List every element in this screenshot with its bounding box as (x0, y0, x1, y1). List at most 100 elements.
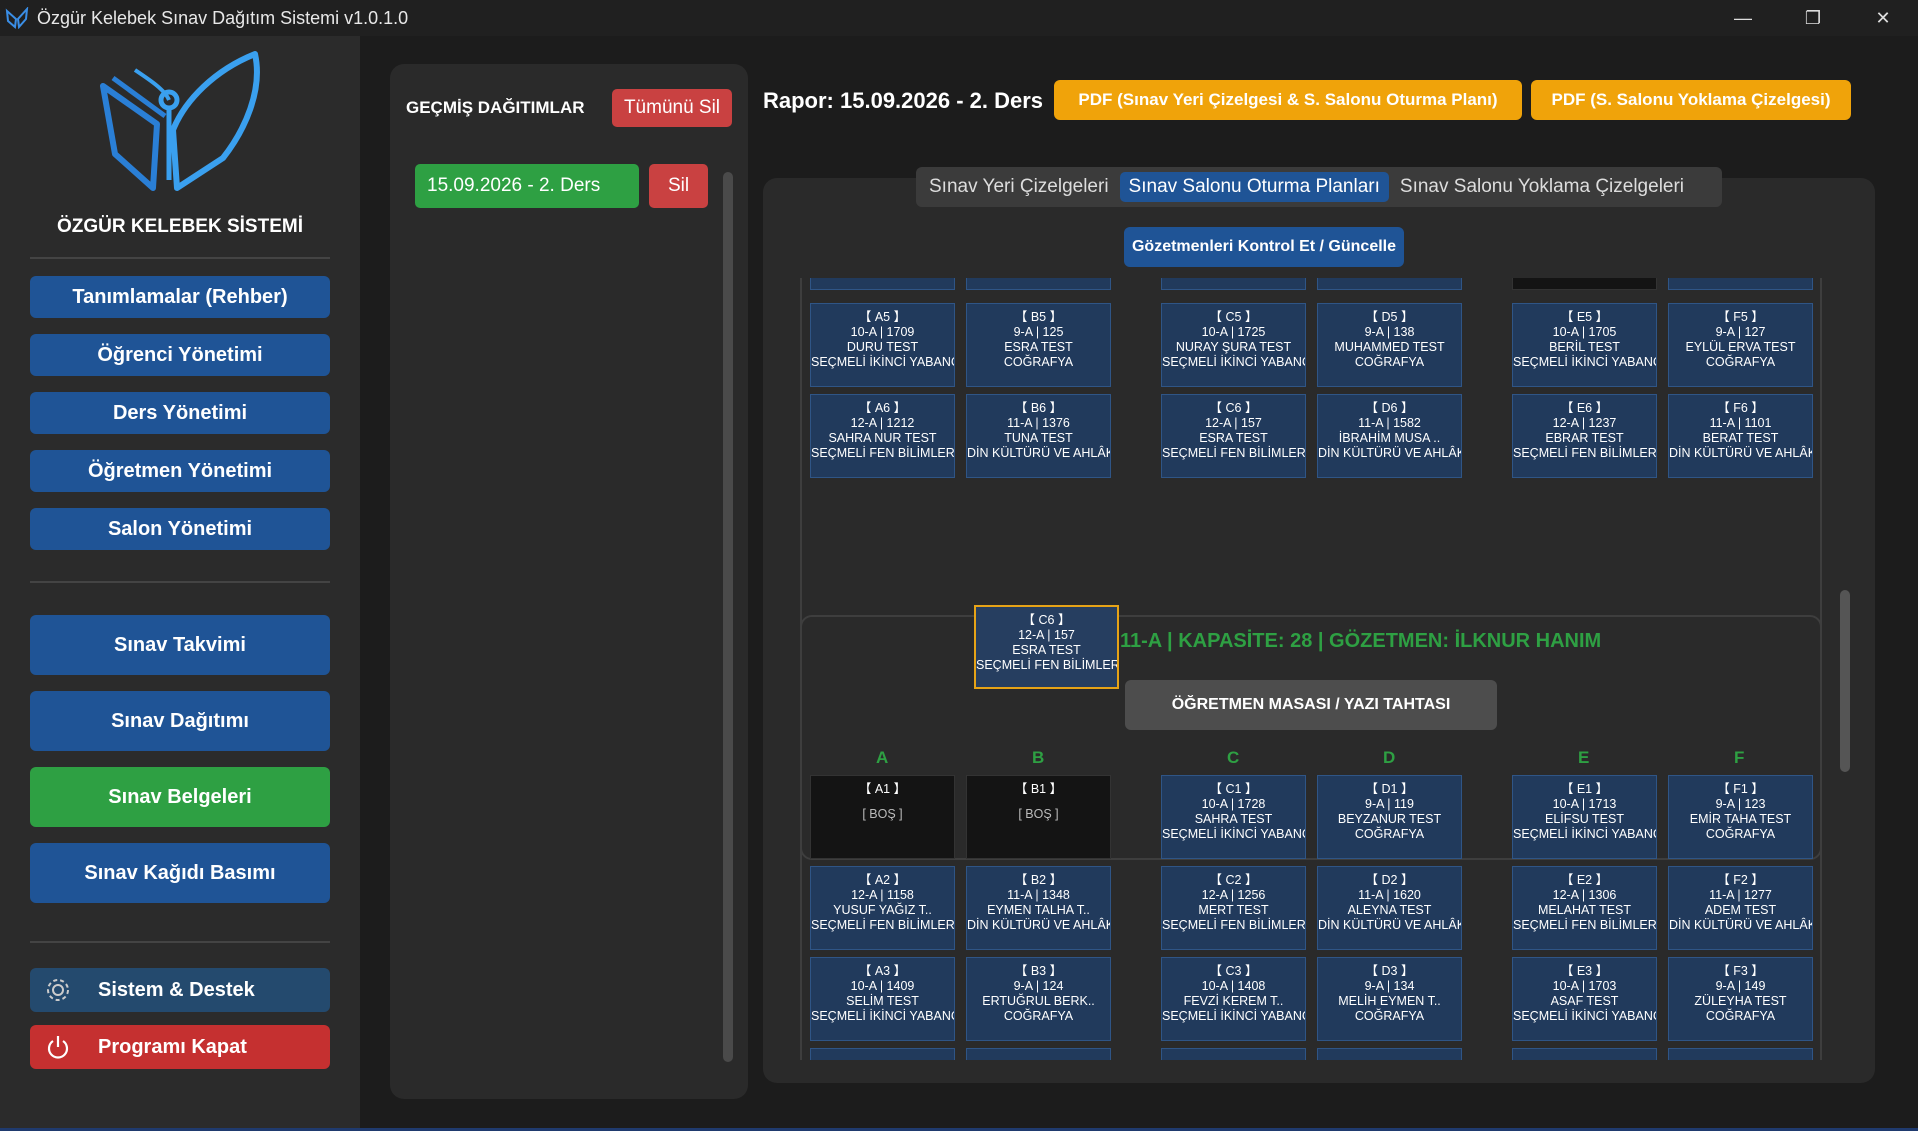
seat-card[interactable]: 【 E1 】 10-A | 1713 ELİFSU TEST SEÇMELİ İKİN… (1512, 775, 1657, 859)
seat-card[interactable]: 【 E5 】 10-A | 1705 BERİL TEST SEÇMELİ İKİNC… (1512, 303, 1657, 387)
close-button[interactable]: ✕ (1848, 0, 1918, 36)
seat-card[interactable]: 【 D6 】 11-A | 1582 İBRAHİM MUSA .. DİN KÜLT… (1317, 394, 1462, 478)
exit-program-label: Programı Kapat (98, 1035, 247, 1058)
seat-id: 【 C6 】 (1209, 401, 1258, 415)
seat-cut-off[interactable] (1317, 278, 1462, 290)
seat-cut-off[interactable] (1512, 1048, 1657, 1060)
seat-card[interactable]: 【 B2 】 11-A | 1348 EYMEN TALHA T.. DİN KÜLT… (966, 866, 1111, 950)
nav-ogretmen-yonetimi[interactable]: Öğretmen Yönetimi (30, 450, 330, 492)
seat-cut-off[interactable] (966, 278, 1111, 290)
seat-card[interactable]: 【 C6 】 12-A | 157 ESRA TEST SEÇMELİ FEN BİL… (1161, 394, 1306, 478)
seat-l1: 11-A | 1277 (1709, 888, 1772, 902)
seat-empty: [ BOŞ ] (862, 807, 903, 821)
seat-l1: 10-A | 1725 (1201, 325, 1266, 339)
delete-history-item-button[interactable]: Sil (649, 164, 708, 208)
history-item[interactable]: 15.09.2026 - 2. Ders (415, 164, 639, 208)
seat-l3: SEÇMELİ İKİNCİ YABANCI DİL (1162, 827, 1305, 841)
seat-card[interactable]: 【 F3 】 9-A | 149 ZÜLEYHA TEST COĞRAFYA (1668, 957, 1813, 1041)
seat-card[interactable]: 【 A6 】 12-A | 1212 SAHRA NUR TEST SEÇMELİ F… (810, 394, 955, 478)
seat-card[interactable]: 【 C5 】 10-A | 1725 NURAY ŞURA TEST SEÇMELİ … (1161, 303, 1306, 387)
seat-card[interactable]: 【 F1 】 9-A | 123 EMİR TAHA TEST COĞRAFYA (1668, 775, 1813, 859)
seat-empty: [ BOŞ ] (1018, 807, 1059, 821)
dragged-seat-card[interactable]: 【 C6 】 12-A | 157 ESRA TEST SEÇMELİ FEN BİL… (974, 605, 1119, 689)
seat-card[interactable]: 【 B6 】 11-A | 1376 TUNA TEST DİN KÜLTÜRÜ VE… (966, 394, 1111, 478)
seat-l3: SEÇMELİ İKİNCİ YABANCI DİL (1513, 1009, 1656, 1023)
seat-cut-off[interactable] (966, 1048, 1111, 1060)
seat-l3: SEÇMELİ İKİNCİ YABANCI DİL (811, 1009, 954, 1023)
seat-card[interactable]: 【 B5 】 9-A | 125 ESRA TEST COĞRAFYA (966, 303, 1111, 387)
seat-card[interactable]: 【 A5 】 10-A | 1709 DURU TEST SEÇMELİ İKİNCİ… (810, 303, 955, 387)
seat-id: 【 A6 】 (858, 401, 907, 415)
history-scrollbar[interactable] (723, 172, 733, 1062)
system-support-button[interactable]: Sistem & Destek (30, 968, 330, 1012)
minimize-button[interactable]: — (1708, 0, 1778, 36)
seat-card[interactable]: 【 A3 】 10-A | 1409 SELİM TEST SEÇMELİ İKİNC… (810, 957, 955, 1041)
seat-card[interactable]: 【 F2 】 11-A | 1277 ADEM TEST DİN KÜLTÜRÜ VE… (1668, 866, 1813, 950)
seat-card[interactable]: 【 E2 】 12-A | 1306 MELAHAT TEST SEÇMELİ FEN… (1512, 866, 1657, 950)
seat-card[interactable]: 【 D1 】 9-A | 119 BEYZANUR TEST COĞRAFYA (1317, 775, 1462, 859)
seat-l1: 10-A | 1713 (1552, 797, 1617, 811)
seat-l2: ESRA TEST (1004, 340, 1073, 354)
seat-cut-off[interactable] (810, 278, 955, 290)
seat-card[interactable]: 【 A1 】 [ BOŞ ] (810, 775, 955, 859)
seat-cut-off[interactable] (1512, 278, 1657, 290)
seat-card[interactable]: 【 D5 】 9-A | 138 MUHAMMED TEST COĞRAFYA (1317, 303, 1462, 387)
column-label: A (876, 748, 889, 767)
butterfly-logo (100, 51, 260, 191)
nav-tanimlamalar[interactable]: Tanımlamalar (Rehber) (30, 276, 330, 318)
nav-sinav-takvimi[interactable]: Sınav Takvimi (30, 615, 330, 675)
seat-l1: 11-A | 1101 (1709, 416, 1772, 430)
divider (30, 581, 330, 583)
seat-cut-off[interactable] (1317, 1048, 1462, 1060)
seat-l3: SEÇMELİ İKİNCİ YABANCI DİL (811, 355, 954, 369)
content-scrollbar[interactable] (1840, 590, 1850, 772)
seat-card[interactable]: 【 F5 】 9-A | 127 EYLÜL ERVA TEST COĞRAFYA (1668, 303, 1813, 387)
seat-l3: SEÇMELİ FEN BİLİMLERİ UYGULAMALARI (1513, 918, 1657, 932)
seat-card[interactable]: 【 C3 】 10-A | 1408 FEVZİ KEREM T.. SEÇMELİ … (1161, 957, 1306, 1041)
seat-l3: COĞRAFYA (1003, 355, 1074, 369)
nav-ders-yonetimi[interactable]: Ders Yönetimi (30, 392, 330, 434)
nav-ogrenci-yonetimi[interactable]: Öğrenci Yönetimi (30, 334, 330, 376)
seat-l2: ZÜLEYHA TEST (1694, 994, 1787, 1008)
seat-card[interactable]: 【 D3 】 9-A | 134 MELİH EYMEN T.. COĞRAFYA (1317, 957, 1462, 1041)
seat-cut-off[interactable] (1668, 278, 1813, 290)
pdf-attendance-button[interactable]: PDF (S. Salonu Yoklama Çizelgesi) (1531, 80, 1851, 120)
salon-title: 11-A | KAPASİTE: 28 | GÖZETMEN: İLKNUR H… (1120, 630, 1602, 652)
seat-card[interactable]: 【 C1 】 10-A | 1728 SAHRA TEST SEÇMELİ İKİNC… (1161, 775, 1306, 859)
gear-icon (47, 979, 69, 1001)
seat-card[interactable]: 【 B3 】 9-A | 124 ERTUĞRUL BERK.. COĞRAFYA (966, 957, 1111, 1041)
seat-cut-off[interactable] (1161, 278, 1306, 290)
tab-sinav-yeri[interactable]: Sınav Yeri Çizelgeleri (920, 172, 1118, 202)
seat-l3: DİN KÜLTÜRÜ VE AHLÂK BİLGİSİ (1669, 918, 1813, 932)
exit-program-button[interactable]: Programı Kapat (30, 1025, 330, 1069)
report-tabs: Sınav Yeri Çizelgeleri Sınav Salonu Otur… (916, 167, 1722, 207)
seat-card[interactable]: 【 B1 】 [ BOŞ ] (966, 775, 1111, 859)
seat-id: 【 A3 】 (858, 964, 907, 978)
nav-salon-yonetimi[interactable]: Salon Yönetimi (30, 508, 330, 550)
nav-sinav-dagitimi[interactable]: Sınav Dağıtımı (30, 691, 330, 751)
seat-card[interactable]: 【 F6 】 11-A | 1101 BERAT TEST DİN KÜLTÜRÜ V… (1668, 394, 1813, 478)
seat-card[interactable]: 【 E6 】 12-A | 1237 EBRAR TEST SEÇMELİ FEN B… (1512, 394, 1657, 478)
seat-cut-off[interactable] (1161, 1048, 1306, 1060)
tab-oturma-planlari[interactable]: Sınav Salonu Oturma Planları (1119, 172, 1389, 202)
pdf-seating-button[interactable]: PDF (Sınav Yeri Çizelgesi & S. Salonu Ot… (1054, 80, 1522, 120)
seat-cut-off[interactable] (1668, 1048, 1813, 1060)
seat-card[interactable]: 【 C2 】 12-A | 1256 MERT TEST SEÇMELİ FEN Bİ… (1161, 866, 1306, 950)
seat-l2: DURU TEST (846, 340, 919, 354)
seat-card[interactable]: 【 A2 】 12-A | 1158 YUSUF YAĞIZ T.. SEÇMELİ … (810, 866, 955, 950)
seat-l1: 12-A | 157 (1205, 416, 1262, 430)
nav-sinav-kagidi-basimi[interactable]: Sınav Kağıdı Basımı (30, 843, 330, 903)
seat-id: 【 F1 】 (1717, 782, 1764, 796)
seat-l3: SEÇMELİ İKİNCİ YABANCI DİL (1513, 355, 1656, 369)
seat-l1: 9-A | 149 (1715, 979, 1766, 993)
tab-yoklama[interactable]: Sınav Salonu Yoklama Çizelgeleri (1391, 172, 1693, 202)
seat-card[interactable]: 【 E3 】 10-A | 1703 ASAF TEST SEÇMELİ İKİNCİ… (1512, 957, 1657, 1041)
check-supervisors-button[interactable]: Gözetmenleri Kontrol Et / Güncelle (1124, 227, 1404, 267)
nav-sinav-belgeleri[interactable]: Sınav Belgeleri (30, 767, 330, 827)
restore-button[interactable]: ❐ (1778, 0, 1848, 36)
seat-l2: ELİFSU TEST (1545, 812, 1624, 826)
seat-card[interactable]: 【 D2 】 11-A | 1620 ALEYNA TEST DİN KÜLTÜRÜ … (1317, 866, 1462, 950)
delete-all-button[interactable]: Tümünü Sil (612, 89, 732, 127)
seat-id: 【 A2 】 (858, 873, 907, 887)
seat-cut-off[interactable] (810, 1048, 955, 1060)
